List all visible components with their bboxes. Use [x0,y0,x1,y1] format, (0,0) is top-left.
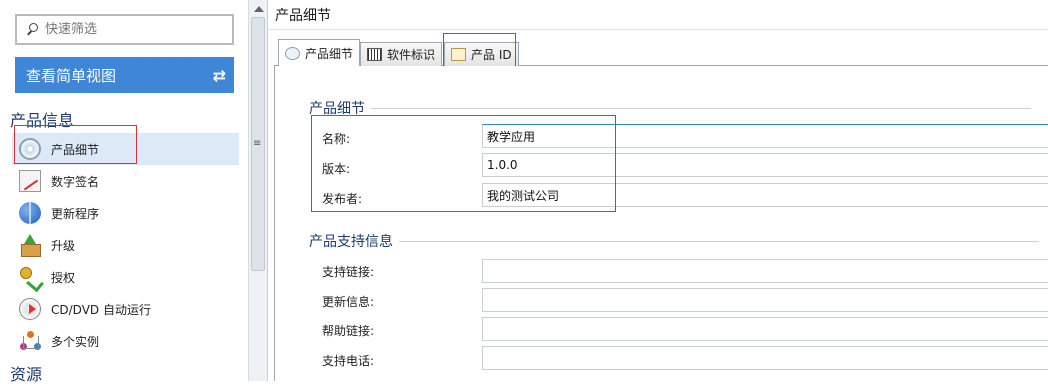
sidebar-scrollbar[interactable] [248,0,268,381]
simple-view-label: 查看简单视图 [26,66,117,85]
version-field[interactable]: 1.0.0 [482,153,1048,177]
swap-arrows-icon: ⇄ [212,65,226,85]
help-link-field[interactable] [482,317,1048,341]
field-label-name: 名称: [322,132,351,146]
field-label-publisher: 发布者: [322,192,363,206]
disc-gear-icon [19,138,41,160]
cd-icon [451,48,466,61]
tab-strip: 产品细节 软件标识 产品 ID [274,36,1048,67]
sidebar-item-multiple-instances[interactable]: 多个实例 [12,325,239,357]
tab-label: 产品细节 [305,46,354,61]
sidebar-item-updater[interactable]: 更新程序 [12,197,239,229]
field-label-help-link: 帮助链接: [322,324,375,338]
signature-icon [19,170,41,192]
sidebar-item-label: CD/DVD 自动运行 [51,302,151,317]
sidebar-item-label: 更新程序 [51,206,100,221]
sidebar-item-label: 授权 [51,270,76,285]
group-title-support: 产品支持信息 [309,231,1039,251]
tab-label: 软件标识 [387,48,436,62]
field-label-version: 版本: [322,162,351,176]
simple-view-button[interactable]: 查看简单视图 ⇄ [15,57,234,93]
tab-product-id[interactable]: 产品 ID [444,42,519,66]
sidebar-item-label: 升级 [51,238,76,253]
publisher-field[interactable]: 我的测试公司 [482,183,1048,207]
globe-update-icon [19,202,41,224]
group-title-text: 产品支持信息 [309,234,393,250]
tab-label: 产品 ID [471,48,512,62]
sidebar-item-label: 数字签名 [51,174,100,189]
key-license-icon [19,266,41,288]
cd-autorun-icon [19,298,41,320]
section-product-info: 产品信息 [10,111,75,130]
sidebar-item-label: 多个实例 [51,334,100,349]
sidebar-item-licensing[interactable]: 授权 [12,261,239,293]
left-pane: 查看简单视图 ⇄ 产品信息 产品细节 数字签名 更新程序 升级 授权 CD/DV… [0,0,248,384]
group-title-text: 产品细节 [309,101,365,117]
upgrade-box-icon [19,234,41,257]
support-link-field[interactable] [482,259,1048,283]
sidebar-item-upgrade[interactable]: 升级 [12,229,239,261]
sidebar-item-product-details[interactable]: 产品细节 [12,133,239,165]
sidebar-item-digital-signature[interactable]: 数字签名 [12,165,239,197]
update-info-field[interactable] [482,288,1048,312]
barcode-icon [367,48,382,61]
scroll-up-arrow-icon[interactable] [254,6,264,12]
page-title: 产品细节 [268,0,1048,30]
disc-gear-icon [285,46,300,60]
quick-filter-box[interactable] [15,14,234,45]
field-label-update-info: 更新信息: [322,295,375,309]
tab-product-details[interactable]: 产品细节 [278,39,361,67]
group-title-details: 产品细节 [309,98,1031,118]
sidebar-item-label: 产品细节 [51,142,100,157]
group-divider [399,240,1039,242]
quick-filter-input[interactable] [45,22,225,37]
search-icon [25,22,41,38]
splitter-grip-icon[interactable]: ≡ [253,138,261,149]
name-field[interactable]: 教学应用 [482,124,1048,148]
field-label-support-link: 支持链接: [322,265,375,279]
tab-content: 产品细节 名称: 教学应用 版本: 1.0.0 发布者: 我的测试公司 产品支持… [274,66,1048,381]
multiple-instances-icon [19,330,41,352]
support-phone-field[interactable] [482,346,1048,370]
main-pane: 产品细节 产品细节 软件标识 产品 ID 产品细节 名称: 教学应用 版本: 1… [268,0,1048,381]
tab-software-id[interactable]: 软件标识 [360,42,443,66]
group-divider [371,107,1031,109]
sidebar-item-cd-autorun[interactable]: CD/DVD 自动运行 [12,293,239,325]
section-resources: 资源 [10,365,43,384]
field-label-support-phone: 支持电话: [322,354,375,368]
